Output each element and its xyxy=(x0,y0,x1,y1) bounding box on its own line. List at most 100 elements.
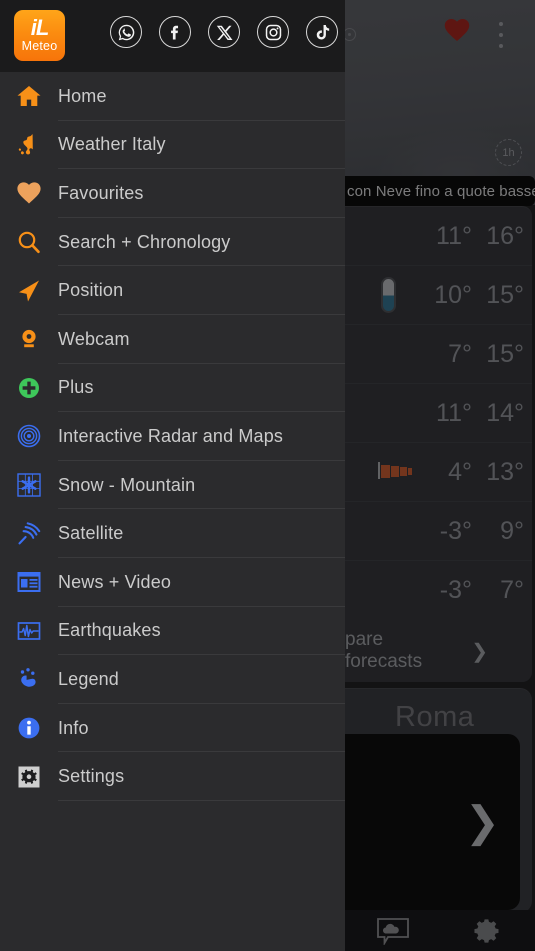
info-circle-icon xyxy=(0,715,58,741)
sidebar-item-label: Search + Chronology xyxy=(58,231,231,252)
overflow-menu-icon[interactable] xyxy=(498,22,504,48)
webcam-pin-icon xyxy=(0,326,58,352)
sidebar-item-label: Legend xyxy=(58,668,119,689)
whatsapp-icon xyxy=(117,23,136,42)
drawer-header: iL Meteo xyxy=(0,0,345,72)
forecast-temp-max: 13° xyxy=(486,457,524,486)
x-icon xyxy=(215,23,234,42)
tap-hand-icon xyxy=(0,666,58,692)
hour-badge[interactable]: 1h xyxy=(495,139,522,166)
tiktok-icon xyxy=(313,23,332,42)
sidebar-item-label: Favourites xyxy=(58,182,144,203)
radar-icon xyxy=(0,423,58,449)
app-logo[interactable]: iL Meteo xyxy=(14,10,65,61)
weather-alert-banner[interactable]: con Neve fino a quote basse xyxy=(345,176,535,206)
sidebar-item-snow-mountain[interactable]: Snow - Mountain xyxy=(0,461,345,510)
social-link-instagram[interactable] xyxy=(257,16,289,48)
compare-forecasts-link[interactable]: pare forecasts ❯ xyxy=(345,620,532,682)
forecast-temp-min: 4° xyxy=(448,457,472,486)
facebook-icon xyxy=(166,23,185,42)
sidebar-item-label: Snow - Mountain xyxy=(58,474,196,495)
sidebar-item-webcam[interactable]: Webcam xyxy=(0,315,345,364)
video-player[interactable]: ❯ xyxy=(345,734,520,910)
forecast-card: 11° 16° 10° 15° 7° 15° 11° 14° 4° 13° -3° 9° -3° 7° p… xyxy=(345,206,532,682)
social-links xyxy=(110,16,338,48)
seismograph-icon xyxy=(0,618,58,644)
social-link-whatsapp[interactable] xyxy=(110,16,142,48)
sidebar-item-home[interactable]: Home xyxy=(0,72,345,121)
news-layout-icon xyxy=(0,569,58,595)
forecast-temp-max: 15° xyxy=(486,339,524,368)
weather-alert-text: con Neve fino a quote basse xyxy=(347,182,535,200)
forecast-row[interactable]: 7° 15° xyxy=(345,325,532,384)
app-screen: 1h con Neve fino a quote basse 11° 16° 10°… xyxy=(0,0,535,951)
forecast-temp-min: 11° xyxy=(436,398,472,427)
sidebar-item-news-video[interactable]: News + Video xyxy=(0,558,345,607)
forecast-temp-max: 15° xyxy=(486,280,524,309)
sidebar-item-favourites[interactable]: Favourites xyxy=(0,169,345,218)
forecast-temp-min: 7° xyxy=(448,339,472,368)
heart-icon xyxy=(0,181,58,205)
forecast-temp-max: 9° xyxy=(500,516,524,545)
sidebar-item-earthquakes[interactable]: Earthquakes xyxy=(0,607,345,656)
forecast-row[interactable]: 11° 14° xyxy=(345,384,532,443)
forecast-row[interactable]: -3° 7° xyxy=(345,561,532,620)
sidebar-item-info[interactable]: Info xyxy=(0,704,345,753)
sidebar-item-label: Plus xyxy=(58,377,94,398)
forecast-temp-min: 11° xyxy=(436,221,472,250)
sidebar-item-label: Position xyxy=(58,280,124,301)
sidebar-item-label: News + Video xyxy=(58,571,172,592)
bottom-nav-item-settings[interactable] xyxy=(440,917,535,945)
social-link-x[interactable] xyxy=(208,16,240,48)
navigation-arrow-icon xyxy=(0,278,58,304)
sidebar-item-label: Earthquakes xyxy=(58,620,161,641)
sidebar-item-legend[interactable]: Legend xyxy=(0,655,345,704)
home-icon xyxy=(0,83,58,109)
sidebar-item-label: Home xyxy=(58,85,107,106)
video-next-chevron-icon[interactable]: ❯ xyxy=(465,801,500,843)
hero-image xyxy=(345,0,535,205)
sidebar-item-label: Interactive Radar and Maps xyxy=(58,425,284,446)
forecast-temp-min: 10° xyxy=(434,280,472,309)
sidebar-item-weather-italy[interactable]: Weather Italy xyxy=(0,121,345,170)
sidebar-item-label: Settings xyxy=(58,766,125,787)
logo-meteo-text: Meteo xyxy=(21,39,58,54)
forecast-row[interactable]: 4° 13° xyxy=(345,443,532,502)
chevron-right-icon: ❯ xyxy=(471,640,488,663)
gear-icon xyxy=(0,764,58,790)
sidebar-item-plus[interactable]: Plus xyxy=(0,364,345,413)
sidebar-item-label: Satellite xyxy=(58,523,124,544)
sidebar-item-label: Weather Italy xyxy=(58,134,166,155)
social-link-tiktok[interactable] xyxy=(306,16,338,48)
bottom-nav xyxy=(345,910,535,951)
forecast-rows: 11° 16° 10° 15° 7° 15° 11° 14° 4° 13° -3° 9° -3° 7° xyxy=(345,207,532,620)
forecast-temp-max: 16° xyxy=(486,221,524,250)
sidebar-item-search-chronology[interactable]: Search + Chronology xyxy=(0,218,345,267)
thermometer-icon xyxy=(381,277,396,313)
favourite-heart-icon[interactable] xyxy=(443,16,471,42)
satellite-waves-icon xyxy=(0,521,58,547)
logo-il-text: iL xyxy=(30,15,50,41)
windsock-icon xyxy=(378,462,412,480)
sidebar-item-interactive-radar-and-maps[interactable]: Interactive Radar and Maps xyxy=(0,412,345,461)
forecast-temp-max: 14° xyxy=(486,398,524,427)
sidebar-item-position[interactable]: Position xyxy=(0,266,345,315)
forecast-temp-min: -3° xyxy=(439,516,472,545)
forecast-row[interactable]: 10° 15° xyxy=(345,266,532,325)
forecast-temp-max: 7° xyxy=(500,576,524,604)
plus-circle-icon xyxy=(0,375,58,401)
sidebar-item-settings[interactable]: Settings xyxy=(0,752,345,801)
social-link-facebook[interactable] xyxy=(159,16,191,48)
search-icon xyxy=(0,229,58,255)
sidebar-item-satellite[interactable]: Satellite xyxy=(0,509,345,558)
instagram-icon xyxy=(264,23,283,42)
city-title: Roma xyxy=(395,701,475,733)
forecast-row[interactable]: 11° 16° xyxy=(345,207,532,266)
italy-map-icon xyxy=(0,132,58,158)
snowflake-grid-icon xyxy=(0,472,58,498)
forecast-temp-min: -3° xyxy=(439,576,472,604)
forecast-row[interactable]: -3° 9° xyxy=(345,502,532,561)
cloud-chat-icon xyxy=(376,917,410,945)
sidebar-item-label: Webcam xyxy=(58,328,130,349)
bottom-nav-item-report[interactable] xyxy=(345,917,440,945)
